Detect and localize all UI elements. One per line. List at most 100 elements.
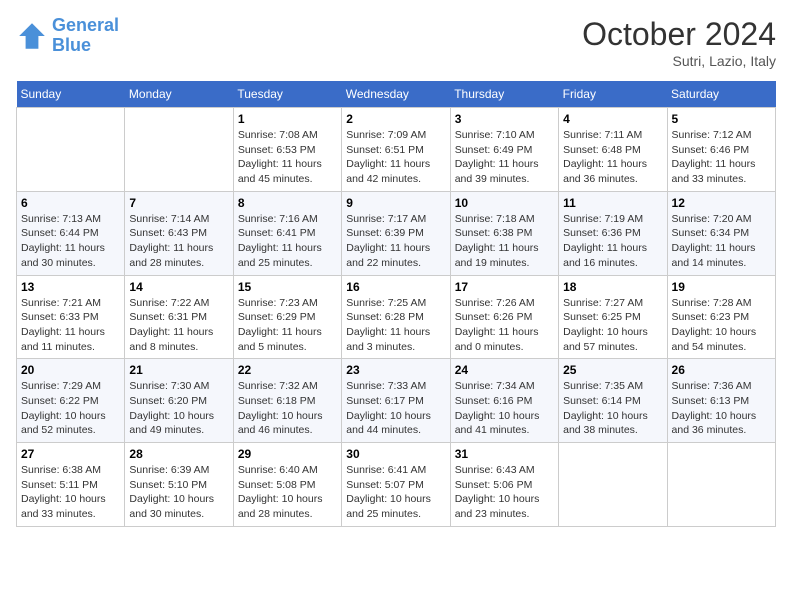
calendar-cell: 15 Sunrise: 7:23 AMSunset: 6:29 PMDayligh… [233,275,341,359]
day-number: 2 [346,112,445,126]
day-info: Sunrise: 6:38 AMSunset: 5:11 PMDaylight:… [21,463,120,522]
day-info: Sunrise: 7:20 AMSunset: 6:34 PMDaylight:… [672,212,771,271]
day-number: 1 [238,112,337,126]
calendar-cell: 20Sunrise: 7:29 AMSunset: 6:22 PMDayligh… [17,359,125,443]
day-number: 10 [455,196,554,210]
day-info: Sunrise: 7:17 AMSunset: 6:39 PMDaylight:… [346,212,445,271]
location: Sutri, Lazio, Italy [582,53,776,69]
day-number: 27 [21,447,120,461]
calendar-cell [17,108,125,192]
day-info: Sunrise: 7:36 AMSunset: 6:13 PMDaylight:… [672,379,771,438]
day-info: Sunrise: 7:35 AMSunset: 6:14 PMDaylight:… [563,379,662,438]
calendar-week-row: 27 Sunrise: 6:38 AMSunset: 5:11 PMDayligh… [17,443,776,527]
day-info: Sunrise: 7:14 AMSunset: 6:43 PMDaylight:… [129,212,228,271]
calendar-cell: 31 Sunrise: 6:43 AMSunset: 5:06 PMDayligh… [450,443,558,527]
calendar-week-row: 13Sunrise: 7:21 AMSunset: 6:33 PMDayligh… [17,275,776,359]
calendar-cell: 27 Sunrise: 6:38 AMSunset: 5:11 PMDayligh… [17,443,125,527]
calendar-cell: 19Sunrise: 7:28 AMSunset: 6:23 PMDayligh… [667,275,775,359]
day-number: 9 [346,196,445,210]
day-of-week-header: Tuesday [233,81,341,108]
page-header: General Blue October 2024 Sutri, Lazio, … [16,16,776,69]
calendar-cell: 13Sunrise: 7:21 AMSunset: 6:33 PMDayligh… [17,275,125,359]
day-number: 29 [238,447,337,461]
day-number: 20 [21,363,120,377]
day-number: 22 [238,363,337,377]
day-number: 8 [238,196,337,210]
calendar-cell: 28 Sunrise: 6:39 AMSunset: 5:10 PMDayligh… [125,443,233,527]
day-info: Sunrise: 7:10 AMSunset: 6:49 PMDaylight:… [455,128,554,187]
calendar-week-row: 20Sunrise: 7:29 AMSunset: 6:22 PMDayligh… [17,359,776,443]
calendar: SundayMondayTuesdayWednesdayThursdayFrid… [16,81,776,527]
calendar-cell: 8Sunrise: 7:16 AMSunset: 6:41 PMDaylight… [233,191,341,275]
calendar-cell: 10 Sunrise: 7:18 AMSunset: 6:38 PMDayligh… [450,191,558,275]
calendar-cell [125,108,233,192]
day-info: Sunrise: 7:27 AMSunset: 6:25 PMDaylight:… [563,296,662,355]
day-number: 18 [563,280,662,294]
day-info: Sunrise: 7:13 AMSunset: 6:44 PMDaylight:… [21,212,120,271]
day-info: Sunrise: 7:09 AMSunset: 6:51 PMDaylight:… [346,128,445,187]
day-info: Sunrise: 7:23 AMSunset: 6:29 PMDaylight:… [238,296,337,355]
day-info: Sunrise: 6:39 AMSunset: 5:10 PMDaylight:… [129,463,228,522]
logo-line1: General [52,15,119,35]
calendar-cell: 1Sunrise: 7:08 AMSunset: 6:53 PMDaylight… [233,108,341,192]
calendar-week-row: 6 Sunrise: 7:13 AMSunset: 6:44 PMDaylight… [17,191,776,275]
calendar-cell: 23Sunrise: 7:33 AMSunset: 6:17 PMDayligh… [342,359,450,443]
day-of-week-header: Sunday [17,81,125,108]
day-of-week-header: Thursday [450,81,558,108]
day-info: Sunrise: 7:34 AMSunset: 6:16 PMDaylight:… [455,379,554,438]
day-number: 31 [455,447,554,461]
day-info: Sunrise: 6:40 AMSunset: 5:08 PMDaylight:… [238,463,337,522]
day-number: 6 [21,196,120,210]
day-number: 26 [672,363,771,377]
logo: General Blue [16,16,119,56]
calendar-cell: 5 Sunrise: 7:12 AMSunset: 6:46 PMDaylight… [667,108,775,192]
day-number: 16 [346,280,445,294]
day-info: Sunrise: 6:43 AMSunset: 5:06 PMDaylight:… [455,463,554,522]
calendar-cell: 21 Sunrise: 7:30 AMSunset: 6:20 PMDayligh… [125,359,233,443]
calendar-cell: 11Sunrise: 7:19 AMSunset: 6:36 PMDayligh… [559,191,667,275]
calendar-week-row: 1Sunrise: 7:08 AMSunset: 6:53 PMDaylight… [17,108,776,192]
day-of-week-header: Monday [125,81,233,108]
day-number: 11 [563,196,662,210]
day-number: 21 [129,363,228,377]
day-number: 4 [563,112,662,126]
day-number: 23 [346,363,445,377]
day-number: 7 [129,196,228,210]
day-number: 28 [129,447,228,461]
day-number: 15 [238,280,337,294]
day-number: 14 [129,280,228,294]
calendar-cell: 7 Sunrise: 7:14 AMSunset: 6:43 PMDaylight… [125,191,233,275]
calendar-cell: 3Sunrise: 7:10 AMSunset: 6:49 PMDaylight… [450,108,558,192]
day-info: Sunrise: 7:30 AMSunset: 6:20 PMDaylight:… [129,379,228,438]
day-info: Sunrise: 6:41 AMSunset: 5:07 PMDaylight:… [346,463,445,522]
day-info: Sunrise: 7:12 AMSunset: 6:46 PMDaylight:… [672,128,771,187]
day-number: 5 [672,112,771,126]
calendar-cell: 6 Sunrise: 7:13 AMSunset: 6:44 PMDaylight… [17,191,125,275]
title-block: October 2024 Sutri, Lazio, Italy [582,16,776,69]
calendar-cell: 14 Sunrise: 7:22 AMSunset: 6:31 PMDayligh… [125,275,233,359]
day-of-week-header: Friday [559,81,667,108]
day-number: 30 [346,447,445,461]
day-info: Sunrise: 7:18 AMSunset: 6:38 PMDaylight:… [455,212,554,271]
calendar-cell: 22Sunrise: 7:32 AMSunset: 6:18 PMDayligh… [233,359,341,443]
day-info: Sunrise: 7:22 AMSunset: 6:31 PMDaylight:… [129,296,228,355]
day-info: Sunrise: 7:11 AMSunset: 6:48 PMDaylight:… [563,128,662,187]
calendar-cell: 2 Sunrise: 7:09 AMSunset: 6:51 PMDaylight… [342,108,450,192]
calendar-cell: 4 Sunrise: 7:11 AMSunset: 6:48 PMDaylight… [559,108,667,192]
calendar-cell: 9 Sunrise: 7:17 AMSunset: 6:39 PMDaylight… [342,191,450,275]
calendar-cell [667,443,775,527]
calendar-cell: 25Sunrise: 7:35 AMSunset: 6:14 PMDayligh… [559,359,667,443]
day-of-week-header: Saturday [667,81,775,108]
day-info: Sunrise: 7:28 AMSunset: 6:23 PMDaylight:… [672,296,771,355]
logo-text: General Blue [52,16,119,56]
calendar-body: 1Sunrise: 7:08 AMSunset: 6:53 PMDaylight… [17,108,776,527]
day-number: 24 [455,363,554,377]
day-of-week-header: Wednesday [342,81,450,108]
calendar-cell: 12 Sunrise: 7:20 AMSunset: 6:34 PMDayligh… [667,191,775,275]
calendar-cell [559,443,667,527]
calendar-cell: 29 Sunrise: 6:40 AMSunset: 5:08 PMDayligh… [233,443,341,527]
day-info: Sunrise: 7:26 AMSunset: 6:26 PMDaylight:… [455,296,554,355]
days-of-week-row: SundayMondayTuesdayWednesdayThursdayFrid… [17,81,776,108]
day-number: 12 [672,196,771,210]
calendar-cell: 18 Sunrise: 7:27 AMSunset: 6:25 PMDayligh… [559,275,667,359]
